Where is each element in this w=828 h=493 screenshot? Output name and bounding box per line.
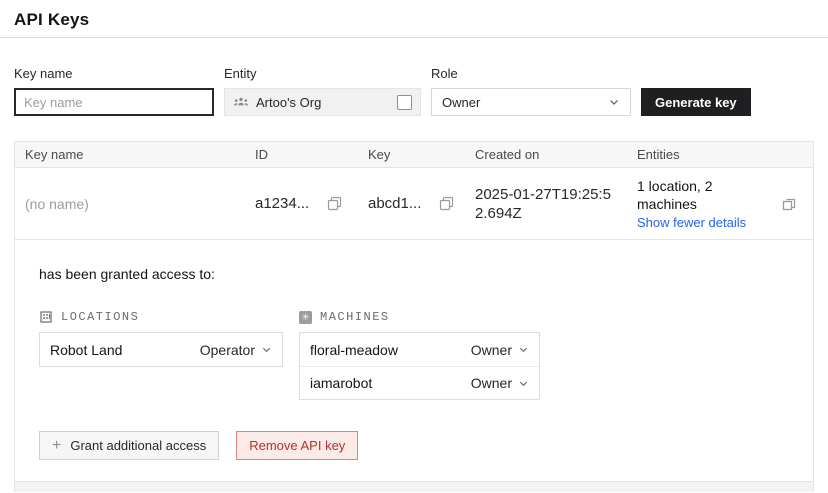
api-keys-table: Key name ID Key Created on Entities (no … <box>14 141 814 482</box>
machine-role-value: Owner <box>471 342 512 358</box>
role-select[interactable]: Owner <box>431 88 631 116</box>
location-building-icon <box>39 310 53 324</box>
location-name: Robot Land <box>50 342 122 358</box>
remove-api-key-button[interactable]: Remove API key <box>236 431 358 460</box>
column-header-actions <box>765 142 813 167</box>
key-name-input[interactable] <box>14 88 214 116</box>
machines-heading: MACHINES <box>320 310 390 324</box>
column-header-created-on: Created on <box>465 142 627 167</box>
next-section-strip <box>14 482 814 492</box>
key-name-field: Key name <box>14 66 214 116</box>
access-sections: LOCATIONS Robot Land Operator <box>39 309 789 400</box>
machines-section: ✳ MACHINES floral-meadow Owner <box>299 309 540 400</box>
created-on-cell: 2025-01-27T19:25:52.694Z <box>465 168 627 239</box>
column-header-id: ID <box>245 142 358 167</box>
role-label: Role <box>431 66 631 81</box>
location-role-select[interactable]: Operator <box>200 342 272 358</box>
copy-key-button[interactable] <box>439 196 454 211</box>
key-secret-cell: abcd1... <box>358 168 465 239</box>
entities-cell: 1 location, 2 machines Show fewer detail… <box>627 168 765 239</box>
list-item-machine: iamarobot Owner <box>300 366 539 399</box>
machine-name: floral-meadow <box>310 342 398 358</box>
entity-label: Entity <box>224 66 421 81</box>
copy-id-button[interactable] <box>327 196 342 211</box>
chevron-down-icon <box>608 96 620 108</box>
table-header-row: Key name ID Key Created on Entities <box>15 142 813 168</box>
generate-key-button[interactable]: Generate key <box>641 88 751 116</box>
locations-heading: LOCATIONS <box>61 310 139 324</box>
entity-checkbox[interactable] <box>397 95 412 110</box>
locations-section-header: LOCATIONS <box>39 309 283 325</box>
role-field: Role Owner <box>431 66 631 116</box>
panel-actions: + Grant additional access Remove API key <box>39 431 789 460</box>
column-header-key: Key <box>358 142 465 167</box>
organization-icon <box>233 95 249 109</box>
machine-role-select[interactable]: Owner <box>471 375 529 391</box>
entity-field: Entity Artoo's Org <box>224 66 421 116</box>
machines-list: floral-meadow Owner iamarobot Owner <box>299 332 540 400</box>
key-name-value: (no name) <box>25 196 89 212</box>
plus-icon: + <box>52 438 61 454</box>
page-header: API Keys <box>0 0 828 38</box>
machine-role-select[interactable]: Owner <box>471 342 529 358</box>
machines-section-header: ✳ MACHINES <box>299 309 540 325</box>
entities-summary: 1 location, 2 machines <box>637 177 761 213</box>
granted-access-text: has been granted access to: <box>39 266 789 283</box>
entity-value-box: Artoo's Org <box>224 88 421 116</box>
created-on-value: 2025-01-27T19:25:52.694Z <box>475 185 627 223</box>
chevron-down-icon <box>518 344 529 355</box>
locations-list: Robot Land Operator <box>39 332 283 367</box>
page-title: API Keys <box>14 9 814 30</box>
column-header-key-name: Key name <box>15 142 245 167</box>
location-role-value: Operator <box>200 342 255 358</box>
entity-value: Artoo's Org <box>256 95 321 110</box>
machine-role-value: Owner <box>471 375 512 391</box>
chevron-down-icon <box>518 378 529 389</box>
chevron-down-icon <box>261 344 272 355</box>
key-name-label: Key name <box>14 66 214 81</box>
duplicate-key-button[interactable] <box>780 195 798 213</box>
table-row: (no name) a1234... abcd1... 2025-01-27T1… <box>15 168 813 240</box>
key-id-value: a1234... <box>255 195 309 212</box>
machine-asterisk-icon: ✳ <box>299 311 312 324</box>
key-details-panel: has been granted access to: LO <box>15 240 813 482</box>
column-header-entities: Entities <box>627 142 765 167</box>
grant-button-label: Grant additional access <box>70 438 206 453</box>
row-actions-cell <box>765 168 813 239</box>
role-value: Owner <box>442 95 480 110</box>
key-id-cell: a1234... <box>245 168 358 239</box>
locations-section: LOCATIONS Robot Land Operator <box>39 309 283 367</box>
key-secret-value: abcd1... <box>368 195 421 212</box>
grant-additional-access-button[interactable]: + Grant additional access <box>39 431 219 460</box>
create-key-form: Key name Entity Artoo's Org Role Owner <box>14 66 814 116</box>
machine-name: iamarobot <box>310 375 372 391</box>
list-item-location: Robot Land Operator <box>40 333 282 366</box>
key-name-cell: (no name) <box>15 168 245 239</box>
list-item-machine: floral-meadow Owner <box>300 333 539 366</box>
show-fewer-details-link[interactable]: Show fewer details <box>637 214 761 231</box>
